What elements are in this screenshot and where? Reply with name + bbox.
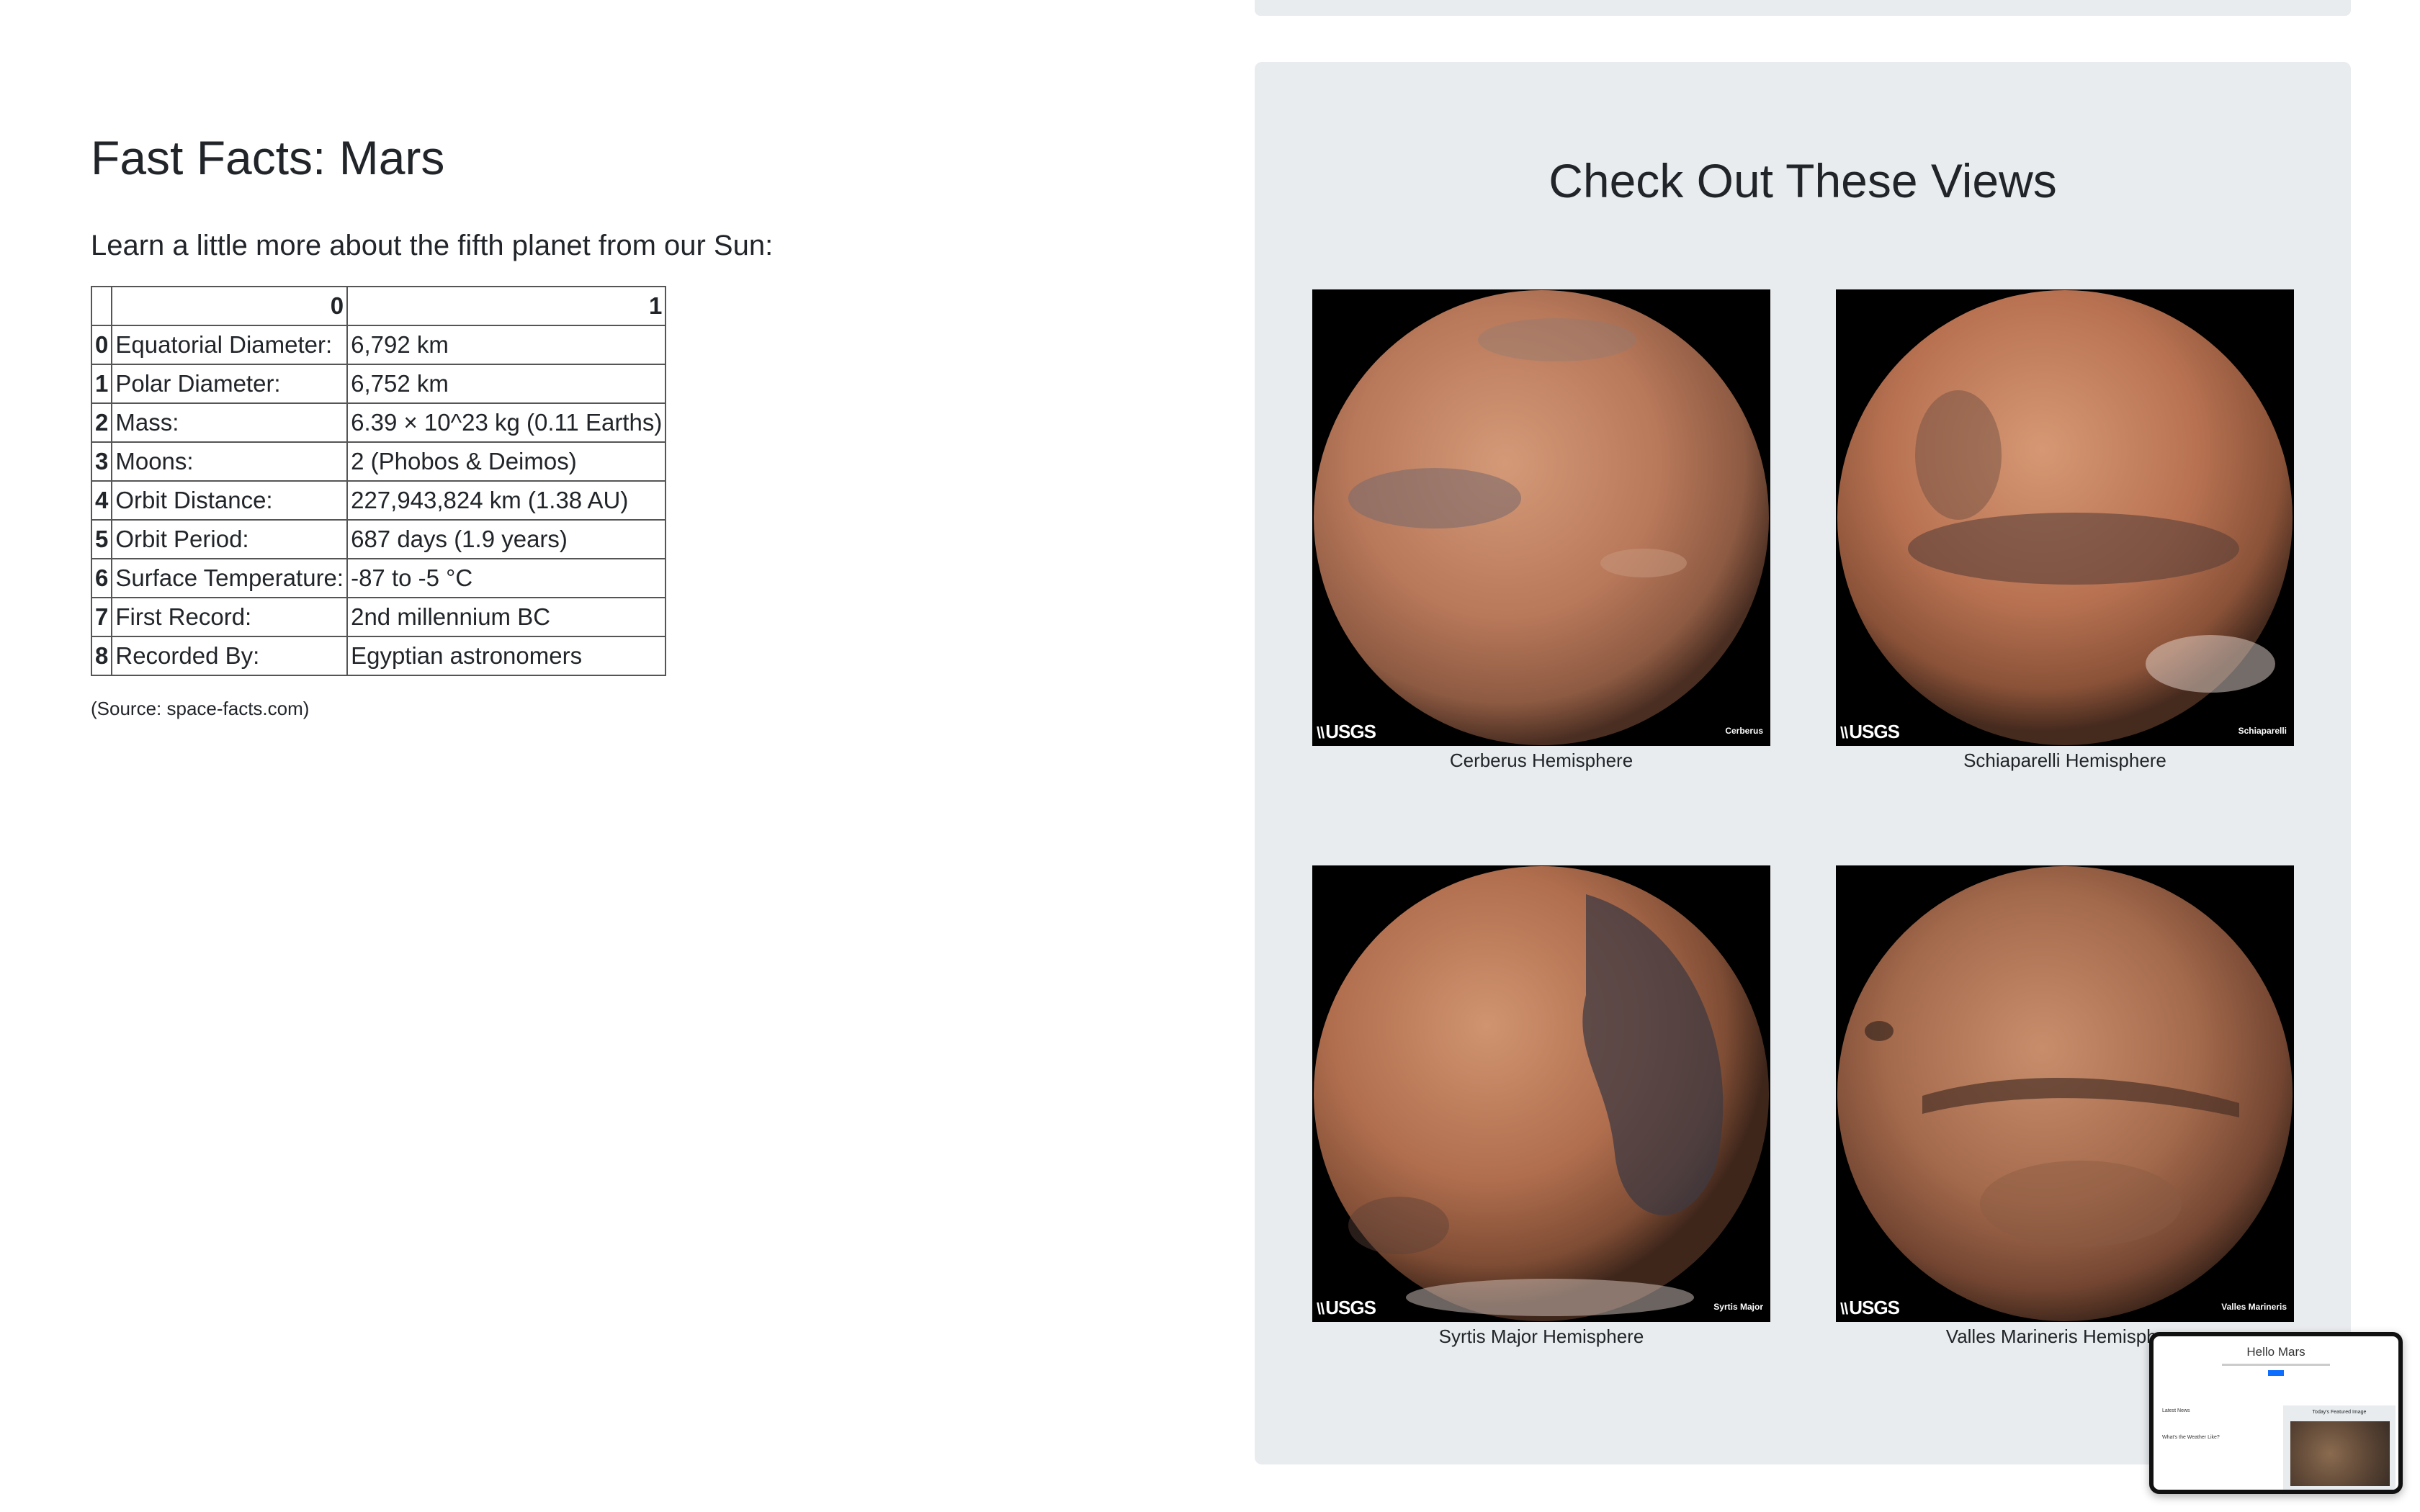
row-index: 1	[90, 364, 113, 405]
table-row: 6 Surface Temperature: -87 to -5 °C	[90, 558, 667, 599]
table-header-row: 0 1	[90, 286, 667, 327]
fact-label: Equatorial Diameter:	[111, 325, 349, 366]
hemisphere-card-cerberus[interactable]: USGS Cerberus Cerberus Hemisphere	[1312, 289, 1770, 773]
mars-globe-graphic	[1837, 290, 2293, 745]
image-label: Syrtis Major	[1713, 1302, 1763, 1312]
table-row: 1 Polar Diameter: 6,752 km	[90, 364, 667, 405]
table-header-cell: 1	[346, 286, 667, 327]
previous-panel-edge	[1255, 0, 2351, 16]
row-index: 2	[90, 402, 113, 444]
preview-text-line	[2222, 1364, 2330, 1366]
fact-value: 6.39 × 10^23 kg (0.11 Earths)	[346, 402, 667, 444]
fact-label: Polar Diameter:	[111, 364, 349, 405]
image-label: Cerberus	[1725, 726, 1763, 736]
table-row: 8 Recorded By: Egyptian astronomers	[90, 636, 667, 677]
fact-value: 227,943,824 km (1.38 AU)	[346, 480, 667, 521]
table-header-cell	[90, 286, 113, 327]
preview-weather: What's the Weather Like?	[2162, 1435, 2220, 1440]
hemisphere-image[interactable]: USGS Cerberus	[1312, 289, 1770, 746]
table-header-cell: 0	[111, 286, 349, 327]
usgs-logo: USGS	[1317, 721, 1376, 743]
page: Fast Facts: Mars Learn a little more abo…	[0, 0, 2420, 1512]
facts-table: 0 1 0 Equatorial Diameter: 6,792 km 1 Po…	[90, 286, 667, 677]
table-row: 0 Equatorial Diameter: 6,792 km	[90, 325, 667, 366]
fact-label: Moons:	[111, 441, 349, 482]
row-index: 6	[90, 558, 113, 599]
fact-value: 687 days (1.9 years)	[346, 519, 667, 560]
table-row: 2 Mass: 6.39 × 10^23 kg (0.11 Earths)	[90, 402, 667, 444]
hemisphere-card-schiaparelli[interactable]: USGS Schiaparelli Schiaparelli Hemispher…	[1836, 289, 2294, 773]
facts-title: Fast Facts: Mars	[91, 131, 445, 184]
row-index: 4	[90, 480, 113, 521]
mars-globe-graphic	[1314, 290, 1769, 745]
row-index: 3	[90, 441, 113, 482]
mars-globe-graphic	[1837, 866, 2293, 1321]
hemisphere-caption: Cerberus Hemisphere	[1449, 750, 1634, 771]
image-label: Valles Marineris	[2221, 1302, 2287, 1312]
hemisphere-image[interactable]: USGS Schiaparelli	[1836, 289, 2294, 746]
preview-latest-news: Latest News	[2162, 1408, 2190, 1413]
preview-featured-panel: Today's Featured Image	[2283, 1405, 2396, 1490]
hemispheres-title: Check Out These Views	[1549, 154, 2057, 207]
fact-label: Surface Temperature:	[111, 558, 349, 599]
row-index: 8	[90, 636, 113, 677]
preview-featured-label: Today's Featured Image	[2312, 1410, 2367, 1415]
preview-featured-image	[2290, 1421, 2390, 1486]
image-label: Schiaparelli	[2238, 726, 2287, 736]
fact-label: Recorded By:	[111, 636, 349, 677]
hemisphere-image[interactable]: USGS Syrtis Major	[1312, 865, 1770, 1322]
fact-value: -87 to -5 °C	[346, 558, 667, 599]
facts-source: (Source: space-facts.com)	[91, 698, 310, 720]
fact-value: Egyptian astronomers	[346, 636, 667, 677]
mars-globe-graphic	[1314, 866, 1769, 1321]
fact-value: 6,792 km	[346, 325, 667, 366]
fact-value: 2 (Phobos & Deimos)	[346, 441, 667, 482]
fact-label: Orbit Period:	[111, 519, 349, 560]
table-row: 3 Moons: 2 (Phobos & Deimos)	[90, 441, 667, 482]
hemisphere-caption: Schiaparelli Hemisphere	[1963, 750, 2166, 771]
hemisphere-card-syrtis-major[interactable]: USGS Syrtis Major Syrtis Major Hemispher…	[1312, 865, 1770, 1349]
usgs-logo: USGS	[1840, 721, 1900, 743]
row-index: 7	[90, 597, 113, 638]
preview-news-column: Latest News What's the Weather Like?	[2162, 1408, 2277, 1447]
facts-lead: Learn a little more about the fifth plan…	[91, 230, 774, 262]
fact-label: Orbit Distance:	[111, 480, 349, 521]
preview-title: Hello Mars	[2246, 1345, 2305, 1359]
table-row: 7 First Record: 2nd millennium BC	[90, 597, 667, 638]
usgs-logo: USGS	[1840, 1297, 1900, 1319]
table-row: 4 Orbit Distance: 227,943,824 km (1.38 A…	[90, 480, 667, 521]
row-index: 5	[90, 519, 113, 560]
hemisphere-card-valles-marineris[interactable]: USGS Valles Marineris Valles Marineris H…	[1836, 865, 2294, 1349]
fact-label: First Record:	[111, 597, 349, 638]
fact-value: 2nd millennium BC	[346, 597, 667, 638]
usgs-logo: USGS	[1317, 1297, 1376, 1319]
page-preview-thumbnail[interactable]: Hello Mars Latest News What's the Weathe…	[2149, 1332, 2403, 1494]
table-row: 5 Orbit Period: 687 days (1.9 years)	[90, 519, 667, 560]
preview-button	[2268, 1370, 2284, 1376]
row-index: 0	[90, 325, 113, 366]
fact-label: Mass:	[111, 402, 349, 444]
hemisphere-caption: Syrtis Major Hemisphere	[1438, 1326, 1644, 1347]
hemispheres-panel: Check Out These Views \\ USGS Cerberus C…	[1255, 62, 2351, 1464]
hemisphere-image[interactable]: USGS Valles Marineris	[1836, 865, 2294, 1322]
fact-value: 6,752 km	[346, 364, 667, 405]
facts-section: Fast Facts: Mars Learn a little more abo…	[90, 130, 1171, 720]
